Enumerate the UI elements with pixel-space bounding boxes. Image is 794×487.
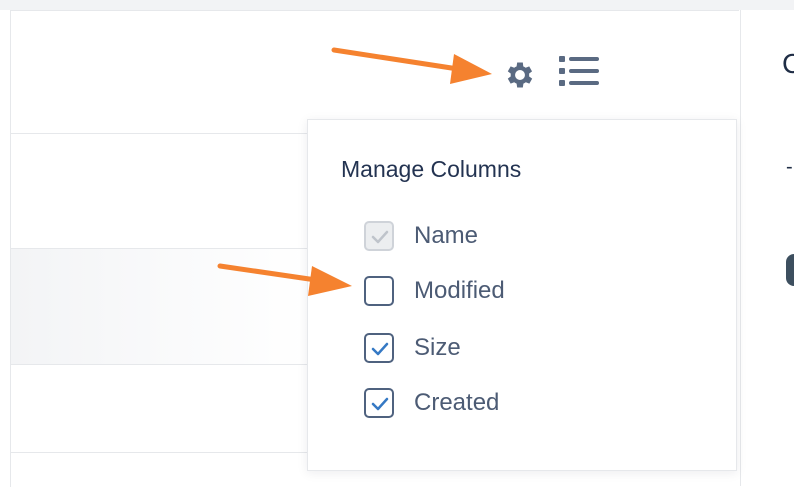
cropped-heading: C bbox=[782, 48, 794, 79]
arrow-icon bbox=[217, 263, 352, 296]
column-option-name: Name bbox=[364, 221, 664, 255]
checkbox-name bbox=[364, 221, 394, 251]
gear-icon[interactable] bbox=[503, 58, 537, 92]
column-option-created[interactable]: Created bbox=[364, 388, 664, 422]
avatar[interactable] bbox=[786, 254, 794, 286]
option-label: Created bbox=[414, 389, 500, 416]
arrow-icon bbox=[331, 47, 492, 84]
option-label: Modified bbox=[414, 277, 505, 304]
column-option-size[interactable]: Size bbox=[364, 333, 664, 367]
option-label: Name bbox=[414, 222, 479, 249]
list-icon[interactable] bbox=[557, 54, 601, 90]
popover-title: Manage Columns bbox=[341, 156, 522, 182]
option-label: Size bbox=[414, 334, 461, 361]
panel-divider bbox=[740, 10, 741, 486]
top-strip bbox=[0, 0, 794, 10]
manage-columns-popover: Manage Columns Name Modified Size Create… bbox=[307, 119, 737, 471]
checkbox-size[interactable] bbox=[364, 333, 394, 363]
checkbox-created[interactable] bbox=[364, 388, 394, 418]
column-option-modified[interactable]: Modified bbox=[364, 276, 664, 310]
checkbox-modified[interactable] bbox=[364, 276, 394, 306]
cropped-plus: - bbox=[786, 156, 793, 178]
